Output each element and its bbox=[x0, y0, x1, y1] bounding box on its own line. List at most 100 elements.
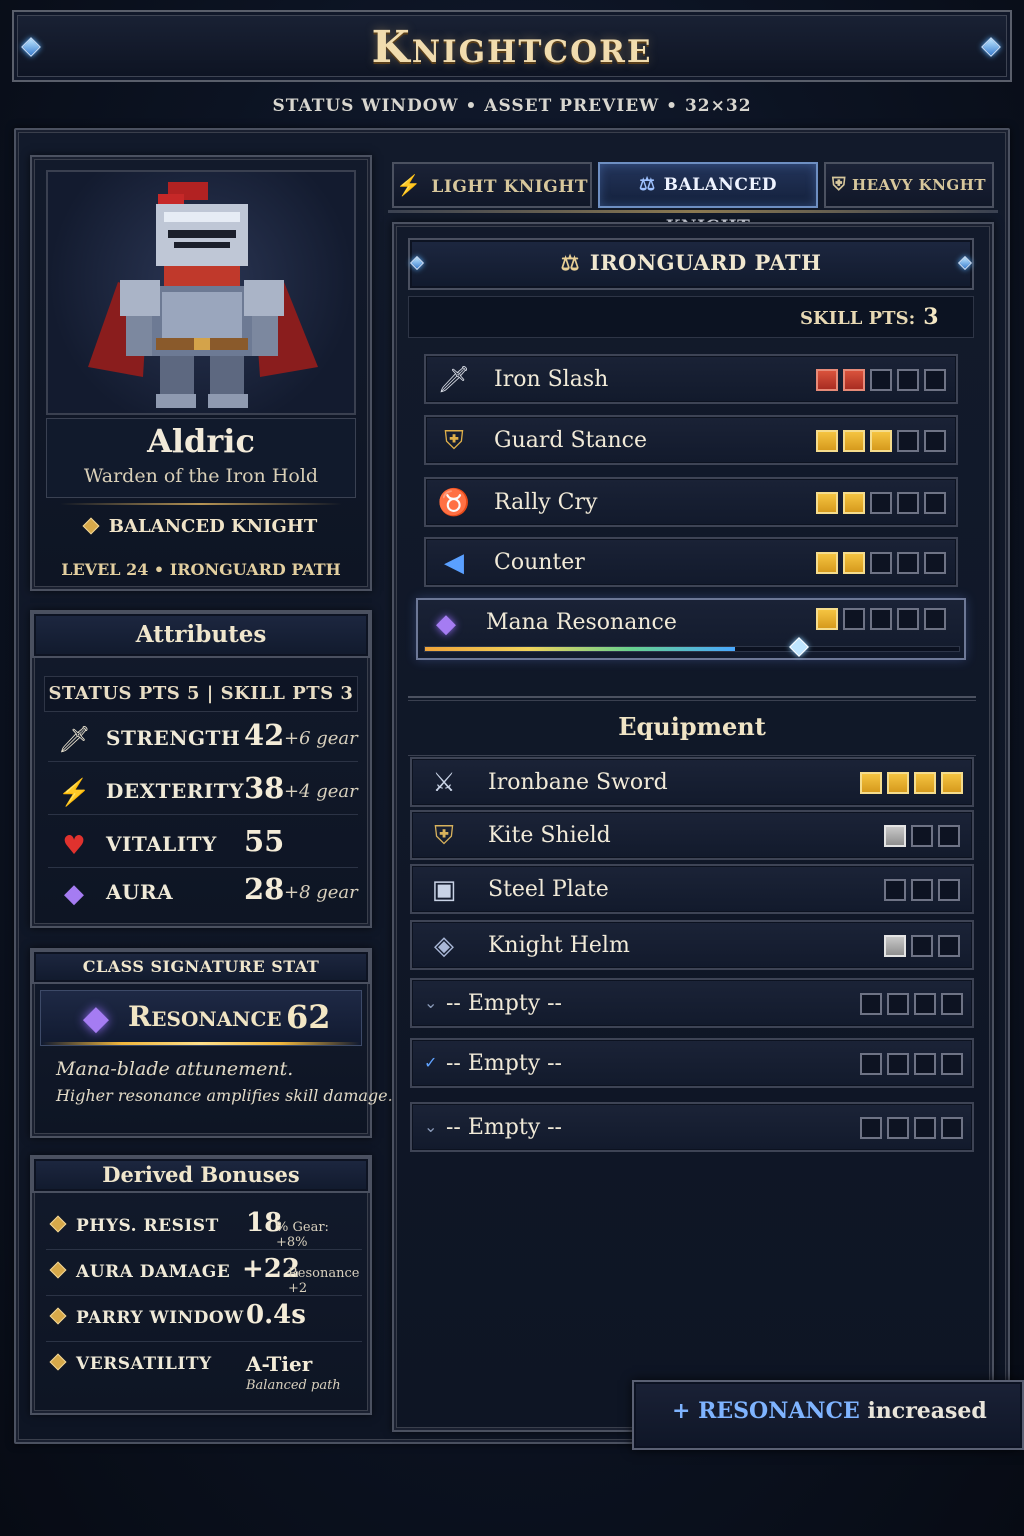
equipment-title: Equipment bbox=[618, 712, 766, 741]
crystal-icon: ◆ bbox=[64, 879, 84, 909]
attribute-row-dexterity[interactable]: ⚡ DEXTERITY 38 +4 gear bbox=[48, 769, 358, 815]
derived-detail: % Gear: +8% bbox=[276, 1220, 329, 1250]
pip-empty bbox=[897, 369, 919, 391]
toast-message: + RESONANCE increased bbox=[672, 1398, 987, 1424]
hero-class-label: BALANCED KNIGHT bbox=[108, 516, 318, 537]
pip-empty bbox=[924, 369, 946, 391]
skill-name: Rally Cry bbox=[494, 490, 598, 515]
signature-line-1: Mana-blade attunement. bbox=[56, 1058, 294, 1080]
pip-filled bbox=[816, 552, 838, 574]
pip-filled bbox=[884, 825, 906, 847]
skill-level-pips bbox=[816, 369, 946, 391]
tab-balanced-knight[interactable]: ⚖BALANCED KNIGHT bbox=[598, 162, 818, 237]
shield-icon: ⛨ bbox=[434, 821, 454, 851]
pip-filled bbox=[816, 608, 838, 630]
equipment-slot-empty[interactable]: ⌄ -- Empty -- bbox=[410, 978, 974, 1028]
skill-level-pips bbox=[816, 552, 946, 574]
hero-name: Aldric bbox=[147, 422, 255, 460]
skill-row-mana-resonance[interactable]: ◆ Mana Resonance bbox=[416, 598, 966, 660]
pip-empty bbox=[897, 430, 919, 452]
pip-filled bbox=[816, 430, 838, 452]
horn-icon: ♉ bbox=[437, 488, 471, 518]
pip-filled bbox=[941, 772, 963, 794]
pip-empty bbox=[941, 1117, 963, 1139]
pip-empty bbox=[924, 608, 946, 630]
resonance-progress-track bbox=[424, 646, 960, 652]
derived-row: PHYS. RESIST 18 % Gear: +8% bbox=[46, 1204, 362, 1250]
sword-icon: ⚔ bbox=[432, 768, 456, 798]
equipment-name: Knight Helm bbox=[488, 933, 630, 958]
attribute-value: 42 bbox=[244, 718, 285, 752]
pip-empty bbox=[870, 369, 892, 391]
window-subtitle: STATUS WINDOW • ASSET PREVIEW • 32×32 bbox=[272, 96, 752, 116]
attribute-name: AURA bbox=[106, 880, 174, 904]
derived-detail: Balanced path bbox=[246, 1378, 341, 1393]
tab-label: HEAVY KNGHT bbox=[851, 176, 987, 194]
equipment-name: -- Empty -- bbox=[446, 1115, 562, 1140]
attribute-name: VITALITY bbox=[106, 832, 217, 856]
diamond-icon bbox=[49, 1307, 67, 1325]
divider bbox=[408, 696, 976, 698]
attribute-row-aura[interactable]: ◆ AURA 28 +8 gear bbox=[48, 870, 358, 916]
skill-name: Iron Slash bbox=[494, 367, 609, 392]
skill-row-guard-stance[interactable]: ⛨ Guard Stance bbox=[424, 415, 958, 465]
skill-name: Guard Stance bbox=[494, 428, 647, 453]
hero-level: LEVEL 24 • IRONGUARD PATH bbox=[61, 560, 341, 579]
pip-empty bbox=[860, 1117, 882, 1139]
toast-highlight: RESONANCE bbox=[698, 1398, 860, 1424]
diamond-icon bbox=[49, 1353, 67, 1371]
sword-icon: 🗡 bbox=[58, 725, 92, 755]
skill-row-iron-slash[interactable]: 🗡 Iron Slash bbox=[424, 354, 958, 404]
pip-empty bbox=[897, 552, 919, 574]
attribute-row-vitality[interactable]: ♥ VITALITY 55 bbox=[48, 822, 358, 868]
equipment-slot-steel-plate[interactable]: ▣ Steel Plate bbox=[410, 864, 974, 914]
pip-empty bbox=[887, 1117, 909, 1139]
skill-level-pips bbox=[816, 608, 946, 630]
pip-empty bbox=[938, 825, 960, 847]
pip-filled bbox=[884, 935, 906, 957]
skill-row-counter[interactable]: ◀ Counter bbox=[424, 537, 958, 587]
equipment-level-pips bbox=[860, 993, 963, 1015]
skill-level-pips bbox=[816, 492, 946, 514]
diamond-icon bbox=[49, 1261, 67, 1279]
skill-row-rally-cry[interactable]: ♉ Rally Cry bbox=[424, 477, 958, 527]
derived-label: PHYS. RESIST bbox=[76, 1216, 219, 1236]
equipment-slot-empty[interactable]: ✓ -- Empty -- bbox=[410, 1038, 974, 1088]
pip-empty bbox=[887, 1053, 909, 1075]
toast-text: increased bbox=[867, 1398, 987, 1424]
skill-points: SKILL PTS: 3 bbox=[800, 304, 939, 330]
pip-filled bbox=[843, 492, 865, 514]
equipment-name: Steel Plate bbox=[488, 877, 609, 902]
equipment-level-pips bbox=[860, 772, 963, 794]
derived-header: Derived Bonuses bbox=[32, 1157, 370, 1193]
progress-marker-icon[interactable] bbox=[789, 637, 809, 657]
equipment-slot-kite-shield[interactable]: ⛨ Kite Shield bbox=[410, 810, 974, 860]
attribute-value: 28 bbox=[244, 872, 285, 906]
attribute-row-strength[interactable]: 🗡 STRENGTH 42 +6 gear bbox=[48, 716, 358, 762]
skill-name: Mana Resonance bbox=[486, 610, 677, 635]
tab-light-knight[interactable]: ⚡ LIGHT KNIGHT bbox=[392, 162, 592, 208]
equipment-name: Kite Shield bbox=[488, 823, 611, 848]
plus-icon: + bbox=[672, 1398, 691, 1424]
armor-icon: ▣ bbox=[431, 875, 457, 905]
signature-stat-value: 62 bbox=[286, 998, 331, 1036]
pip-empty bbox=[911, 825, 933, 847]
diamond-icon bbox=[82, 517, 100, 535]
tab-underline bbox=[388, 210, 998, 213]
pip-empty bbox=[924, 552, 946, 574]
equipment-slot-empty[interactable]: ⌄ -- Empty -- bbox=[410, 1102, 974, 1152]
shield-icon: ⛨ bbox=[831, 174, 846, 195]
attribute-value: 38 bbox=[244, 771, 285, 805]
equipment-slot-ironbane-sword[interactable]: ⚔ Ironbane Sword bbox=[410, 757, 974, 807]
pip-filled bbox=[860, 772, 882, 794]
pip-empty bbox=[843, 608, 865, 630]
heart-icon: ♥ bbox=[62, 831, 86, 861]
derived-label: AURA DAMAGE bbox=[76, 1262, 231, 1282]
pip-empty bbox=[938, 879, 960, 901]
tab-heavy-knight[interactable]: ⛨ HEAVY KNGHT bbox=[824, 162, 994, 208]
chevron-down-icon: ⌄ bbox=[424, 993, 438, 1012]
pip-filled bbox=[887, 772, 909, 794]
equipment-slot-knight-helm[interactable]: ◈ Knight Helm bbox=[410, 920, 974, 970]
pip-empty bbox=[870, 552, 892, 574]
pip-empty bbox=[924, 430, 946, 452]
